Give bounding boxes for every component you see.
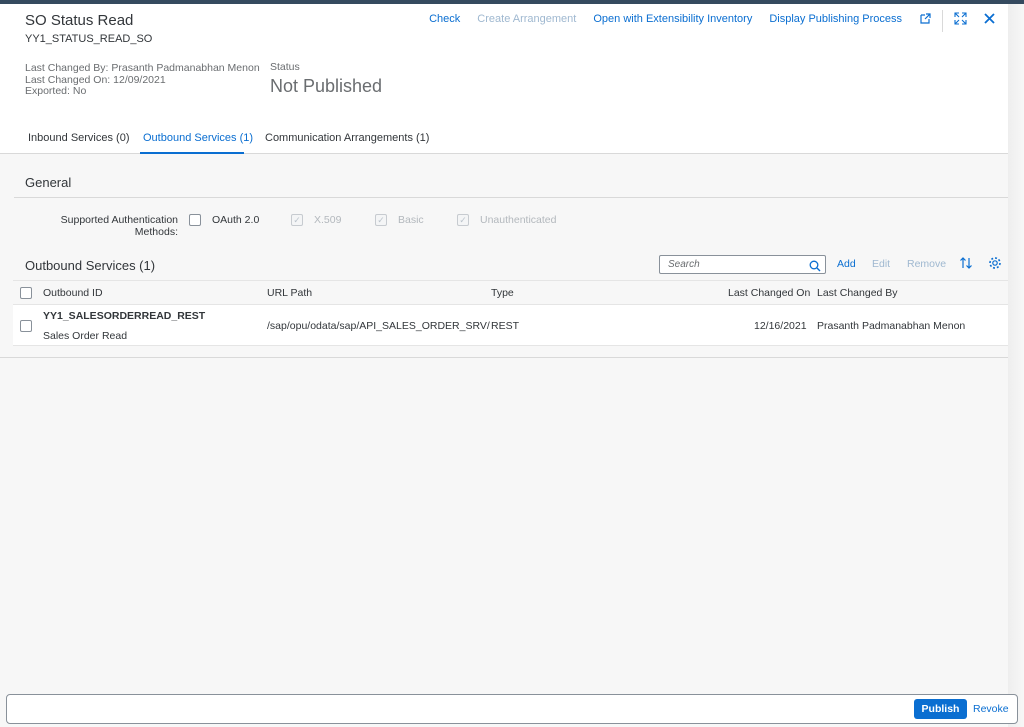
status-value: Not Published: [270, 76, 383, 96]
general-divider: [14, 197, 1012, 198]
general-section-title: General: [25, 175, 72, 190]
content-divider: [0, 357, 1008, 358]
header-actions: Check Create Arrangement Open with Exten…: [429, 13, 902, 25]
column-outbound-id[interactable]: Outbound ID: [43, 287, 103, 299]
unauthenticated-label: Unauthenticated: [480, 214, 557, 226]
auth-methods-label: Supported Authentication Methods:: [60, 214, 178, 238]
header-separator: [942, 10, 943, 32]
unauthenticated-checkbox[interactable]: ✓: [457, 214, 469, 226]
revoke-button[interactable]: Revoke: [973, 699, 1009, 719]
outbound-description: Sales Order Read: [43, 330, 128, 342]
last-changed-by: Last Changed By: Prasanth Padmanabhan Me…: [25, 62, 260, 74]
remove-button[interactable]: Remove: [907, 258, 946, 270]
url-path: /sap/opu/odata/sap/API_SALES_ORDER_SRV/: [267, 320, 490, 332]
search-icon[interactable]: [809, 257, 821, 275]
table-header: Outbound ID URL Path Type Last Changed O…: [13, 281, 1012, 305]
page-title: SO Status Read: [25, 12, 134, 29]
tab-inbound-services[interactable]: Inbound Services (0): [28, 132, 130, 144]
basic-checkbox[interactable]: ✓: [375, 214, 387, 226]
edit-button[interactable]: Edit: [872, 258, 890, 270]
column-last-changed-by[interactable]: Last Changed By: [817, 287, 898, 299]
basic-label: Basic: [398, 214, 424, 226]
oauth-checkbox[interactable]: [189, 214, 201, 226]
object-page-header: SO Status Read YY1_STATUS_READ_SO Last C…: [0, 4, 1008, 154]
close-icon[interactable]: [981, 12, 997, 28]
outbound-services-table: Outbound ID URL Path Type Last Changed O…: [13, 280, 1012, 346]
open-extensibility-inventory-button[interactable]: Open with Extensibility Inventory: [593, 13, 752, 25]
sort-icon[interactable]: [959, 256, 973, 273]
share-icon[interactable]: [917, 12, 933, 28]
oauth-label: OAuth 2.0: [212, 214, 260, 226]
check-button[interactable]: Check: [429, 13, 460, 25]
search-input[interactable]: Search: [659, 255, 826, 274]
status-label: Status: [270, 61, 300, 73]
x509-label: X.509: [314, 214, 342, 226]
active-tab-indicator: [140, 152, 244, 154]
last-changed-by: Prasanth Padmanabhan Menon: [817, 320, 966, 332]
create-arrangement-button[interactable]: Create Arrangement: [477, 13, 576, 25]
display-publishing-process-button[interactable]: Display Publishing Process: [769, 13, 902, 25]
tab-outbound-services[interactable]: Outbound Services (1): [143, 132, 253, 144]
exported-status: Exported: No: [25, 85, 87, 97]
outbound-id: YY1_SALESORDERREAD_REST: [43, 310, 206, 322]
x509-checkbox[interactable]: ✓: [291, 214, 303, 226]
add-button[interactable]: Add: [837, 258, 856, 270]
scroll-area-edge: [1008, 4, 1024, 727]
tab-bar: Inbound Services (0) Outbound Services (…: [0, 120, 1008, 154]
footer-toolbar: Publish Revoke: [6, 694, 1018, 724]
select-all-checkbox[interactable]: [20, 287, 32, 299]
row-checkbox[interactable]: [20, 320, 32, 332]
tab-communication-arrangements[interactable]: Communication Arrangements (1): [265, 132, 429, 144]
meta-info: Last Changed By: Prasanth Padmanabhan Me…: [25, 62, 260, 98]
column-url-path[interactable]: URL Path: [267, 287, 312, 299]
table-row[interactable]: YY1_SALESORDERREAD_REST Sales Order Read…: [13, 306, 1012, 346]
fullscreen-icon[interactable]: [952, 12, 968, 28]
column-type[interactable]: Type: [491, 287, 514, 299]
page-subtitle: YY1_STATUS_READ_SO: [25, 33, 153, 45]
last-changed-on: 12/16/2021: [754, 320, 807, 332]
service-type: REST: [491, 320, 520, 332]
column-last-changed-on[interactable]: Last Changed On: [728, 287, 810, 299]
settings-gear-icon[interactable]: [988, 256, 1002, 273]
outbound-table-title: Outbound Services (1): [25, 258, 156, 273]
publish-button[interactable]: Publish: [914, 699, 967, 719]
search-placeholder: Search: [668, 259, 700, 270]
